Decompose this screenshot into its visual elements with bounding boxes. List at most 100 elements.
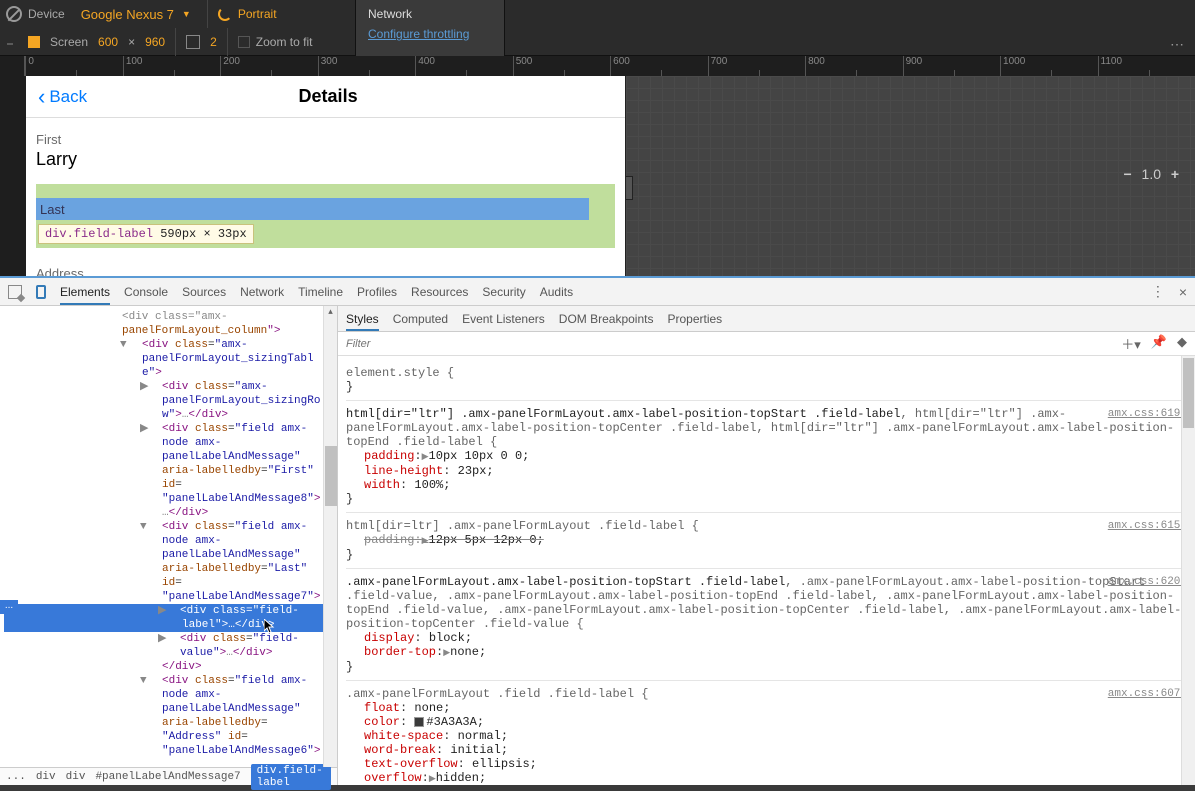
toolbar-separator (175, 28, 176, 56)
form-body: First Larry Last div.field-label 590px ×… (26, 118, 625, 276)
scrollbar-thumb[interactable] (1183, 358, 1194, 428)
screen-x: × (128, 35, 135, 49)
ruler-tick: 1000 (1000, 56, 1097, 76)
screen-width[interactable]: 600 (98, 35, 118, 49)
rule-block[interactable]: amx.css:6070 .amx-panelFormLayout .field… (346, 681, 1187, 785)
stab-props[interactable]: Properties (667, 307, 722, 331)
toolbar-separator (207, 0, 208, 28)
ruler-tick: 100 (123, 56, 220, 76)
stab-listeners[interactable]: Event Listeners (462, 307, 545, 331)
screen-checkbox[interactable] (28, 36, 40, 48)
rule-source-link[interactable]: amx.css:6070 (1108, 687, 1187, 701)
no-emulate-icon[interactable] (6, 6, 22, 22)
rule-source-link[interactable]: amx.css:6195 (1108, 407, 1187, 421)
inspect-tooltip: div.field-label 590px × 33px (38, 224, 254, 244)
field-value-first: Larry (36, 149, 615, 170)
scrollbar-track[interactable]: ▴ (323, 306, 337, 767)
scrollbar-thumb[interactable] (325, 446, 337, 506)
tab-audits[interactable]: Audits (540, 279, 573, 305)
inspect-highlight-margin: Last div.field-label 590px × 33px (36, 184, 615, 248)
rule-block[interactable]: amx.css:6195 html[dir="ltr"] .amx-panelF… (346, 401, 1187, 513)
device-select[interactable]: Google Nexus 7 (75, 5, 197, 24)
breadcrumb-more[interactable]: ... (6, 771, 26, 783)
throttling-link[interactable]: Configure throttling (368, 27, 492, 41)
device-mode-icon[interactable] (36, 285, 46, 299)
toolbar-separator (227, 28, 228, 56)
tab-resources[interactable]: Resources (411, 279, 468, 305)
dpr-icon[interactable] (186, 35, 200, 49)
drawer-icon[interactable]: ⎯ (0, 36, 20, 52)
stab-dombp[interactable]: DOM Breakpoints (559, 307, 654, 331)
devtools-close-icon[interactable]: × (1179, 284, 1187, 300)
breadcrumb-item[interactable]: div (66, 771, 86, 783)
ruler-tick: 900 (903, 56, 1000, 76)
orientation-toggle[interactable]: Portrait (218, 7, 277, 21)
network-tab-label[interactable]: Network (368, 7, 492, 21)
zoom-out-button[interactable]: − (1120, 166, 1136, 182)
ruler-tick: 1100 (1098, 56, 1195, 76)
ruler-tick: 500 (513, 56, 610, 76)
stab-computed[interactable]: Computed (393, 307, 448, 331)
devtools-tabbar: Elements Console Sources Network Timelin… (0, 278, 1195, 306)
color-swatch[interactable] (414, 717, 424, 727)
fit-checkbox[interactable] (238, 36, 250, 48)
inspect-highlight-content: Last (36, 198, 589, 220)
dom-node-selected[interactable]: ▶<div class="field-label">…</div> (4, 604, 337, 632)
stab-styles[interactable]: Styles (346, 307, 379, 331)
devtools-menu-icon[interactable]: ⋮ (1151, 283, 1165, 300)
grid-background (626, 76, 1195, 276)
page-title: Details (43, 86, 613, 107)
devtools-panel: Elements Console Sources Network Timelin… (0, 276, 1195, 785)
device-viewport[interactable]: ‹Back Details First Larry Last div.field… (26, 76, 626, 276)
field-label-last: Last (40, 202, 65, 217)
toggle-state-icon[interactable]: ◆ (1177, 334, 1187, 353)
zoom-in-button[interactable]: + (1167, 166, 1183, 182)
network-tab: Network Configure throttling (355, 0, 505, 56)
field-label-address: Address (36, 266, 615, 276)
zoom-value: 1.0 (1142, 166, 1161, 182)
tab-timeline[interactable]: Timeline (298, 279, 343, 305)
new-style-rule-icon[interactable]: ＋▾ (1121, 334, 1141, 353)
inspect-element-icon[interactable] (8, 285, 22, 299)
dpr-value[interactable]: 2 (210, 35, 217, 49)
dom-tree-pane: ▴ <div class="amx- panelFormLayout_colum… (0, 306, 338, 785)
screen-label: Screen (50, 35, 88, 49)
ruler-tick: 600 (610, 56, 707, 76)
rule-block[interactable]: amx.css:6209 .amx-panelFormLayout.amx-la… (346, 569, 1187, 681)
pin-icon[interactable]: 📌 (1151, 334, 1167, 353)
tab-sources[interactable]: Sources (182, 279, 226, 305)
rotate-icon (218, 7, 232, 21)
breadcrumb-item[interactable]: #panelLabelAndMessage7 (95, 771, 240, 783)
dom-breadcrumbs: ... div div #panelLabelAndMessage7 div.f… (0, 767, 337, 785)
tab-network[interactable]: Network (240, 279, 284, 305)
dom-tree[interactable]: <div class="amx- panelFormLayout_column"… (0, 306, 337, 767)
rule-block[interactable]: amx.css:6153 html[dir=ltr] .amx-panelFor… (346, 513, 1187, 569)
zoom-to-fit[interactable]: Zoom to fit (238, 35, 313, 49)
ruler-tick: 300 (318, 56, 415, 76)
ruler-tick: 400 (415, 56, 512, 76)
styles-filter-input[interactable] (346, 338, 1121, 350)
rule-source-link[interactable]: amx.css:6209 (1108, 575, 1187, 589)
breadcrumb-item[interactable]: div (36, 771, 56, 783)
page-header: ‹Back Details (26, 76, 625, 118)
styles-rules[interactable]: element.style { } amx.css:6195 html[dir=… (338, 356, 1195, 785)
tab-profiles[interactable]: Profiles (357, 279, 397, 305)
screen-height[interactable]: 960 (145, 35, 165, 49)
styles-filter-bar: ＋▾ 📌 ◆ (338, 332, 1195, 356)
rule-element-style[interactable]: element.style { } (346, 360, 1187, 401)
resize-handle[interactable] (625, 176, 633, 200)
breadcrumb-item-active[interactable]: div.field-label (251, 764, 331, 790)
styles-pane: Styles Computed Event Listeners DOM Brea… (338, 306, 1195, 785)
toolbar-more-icon[interactable]: ⋯ (1170, 36, 1185, 53)
tab-console[interactable]: Console (124, 279, 168, 305)
rule-source-link[interactable]: amx.css:6153 (1108, 519, 1187, 533)
tab-security[interactable]: Security (482, 279, 525, 305)
scroll-up-icon[interactable]: ▴ (324, 306, 337, 320)
ruler-tick: 200 (220, 56, 317, 76)
ruler-tick: 0 (25, 56, 122, 76)
emulator-stage: ‹Back Details First Larry Last div.field… (0, 76, 1195, 276)
vertical-ruler (0, 76, 26, 276)
tab-elements[interactable]: Elements (60, 279, 110, 305)
styles-tabbar: Styles Computed Event Listeners DOM Brea… (338, 306, 1195, 332)
scrollbar-track[interactable] (1181, 356, 1195, 785)
